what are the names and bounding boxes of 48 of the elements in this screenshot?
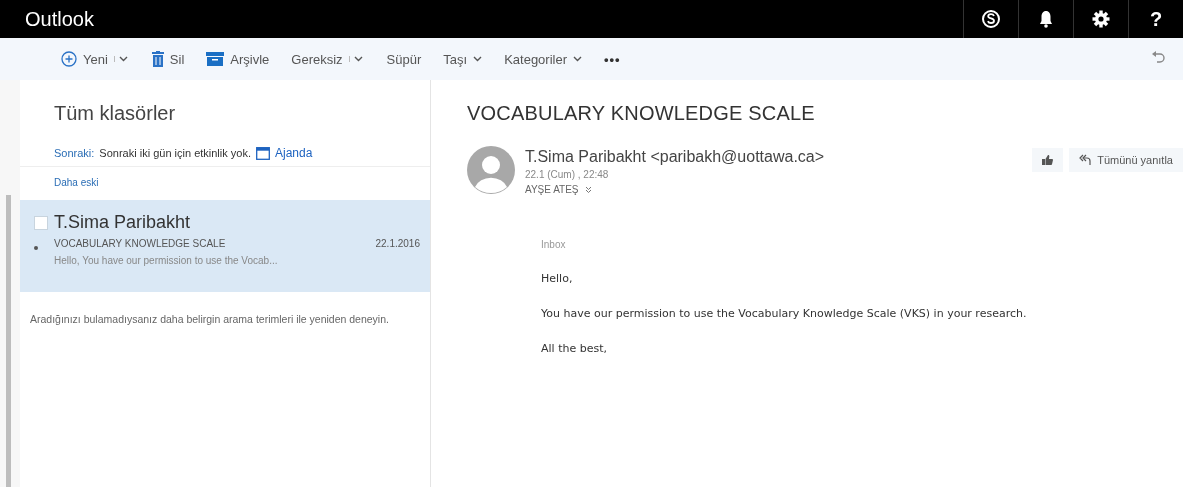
message-preview: Hello, You have our permission to use the Vocab... xyxy=(54,255,279,266)
undo-icon[interactable] xyxy=(1151,51,1165,65)
agenda-text: Sonraki iki gün için etkinlik yok. xyxy=(99,147,251,159)
app-title: Outlook xyxy=(24,7,95,31)
message-sender: T.Sima Paribakht xyxy=(54,212,192,233)
body-paragraph: Hello, xyxy=(541,272,574,285)
agenda-link[interactable]: Ajanda xyxy=(256,146,313,160)
message-date: 22.1 (Cum) , 22:48 xyxy=(525,169,610,180)
message-date: 22.1.2016 xyxy=(375,238,420,249)
chevron-down-icon[interactable] xyxy=(584,186,592,193)
chevron-down-icon xyxy=(573,56,582,62)
body-paragraph: You have our permission to use the Vocabulary Knowledge Scale (VKS) in your research. xyxy=(541,307,1028,320)
settings-icon[interactable] xyxy=(1092,10,1110,28)
agenda-label: Sonraki: xyxy=(54,147,95,159)
archive-box-icon xyxy=(206,52,225,66)
pane-title: Tüm klasörler xyxy=(53,101,177,126)
bullet-icon xyxy=(34,246,38,250)
toolbar-button[interactable]: Taşı xyxy=(437,47,489,71)
avatar xyxy=(467,146,515,194)
scrollbar[interactable] xyxy=(6,195,11,487)
thumbs-up-icon xyxy=(1042,155,1054,165)
toolbar-button[interactable]: Sil xyxy=(145,47,191,71)
sender-name: T.Sima Paribakht <paribakh@uottawa.ca> xyxy=(525,148,825,166)
toolbar-button[interactable]: Gereksiz xyxy=(285,47,349,71)
toolbar-button[interactable]: Kategoriler xyxy=(498,47,588,71)
more-button[interactable]: ••• xyxy=(598,47,627,71)
body-paragraph: All the best, xyxy=(541,342,608,355)
recipient: AYŞE ATEŞ xyxy=(525,184,579,195)
toolbar-button[interactable]: Yeni xyxy=(55,47,114,71)
help-button[interactable]: ? xyxy=(1149,7,1163,31)
bell-icon[interactable] xyxy=(1039,10,1053,28)
skype-icon[interactable] xyxy=(981,9,1001,29)
trash-icon xyxy=(151,51,164,67)
folder-label: Inbox xyxy=(541,239,567,250)
reply-all-button[interactable]: Tümünü yanıtla xyxy=(1069,148,1183,172)
message-item[interactable]: T.Sima Paribakht VOCABULARY KNOWLEDGE SCALE 22.1.2016 Hello, You have our permission to use the Vocab... xyxy=(20,200,430,292)
checkbox[interactable] xyxy=(34,216,48,230)
like-button[interactable] xyxy=(1032,148,1064,172)
message-subject: VOCABULARY KNOWLEDGE SCALE xyxy=(54,238,226,249)
toolbar-button[interactable]: Süpür xyxy=(380,47,428,71)
calendar-icon xyxy=(256,146,270,160)
message-title: VOCABULARY KNOWLEDGE SCALE xyxy=(467,101,816,126)
group-header: Daha eski xyxy=(53,176,100,190)
reply-all-icon xyxy=(1079,154,1092,166)
plus-circle-icon xyxy=(61,51,77,67)
toolbar-button[interactable]: Arşivle xyxy=(200,47,276,71)
chevron-down-icon xyxy=(473,56,483,62)
search-hint: Aradığınızı bulamadıysanız daha belirgin arama terimleri ile yeniden deneyin. xyxy=(29,312,390,327)
